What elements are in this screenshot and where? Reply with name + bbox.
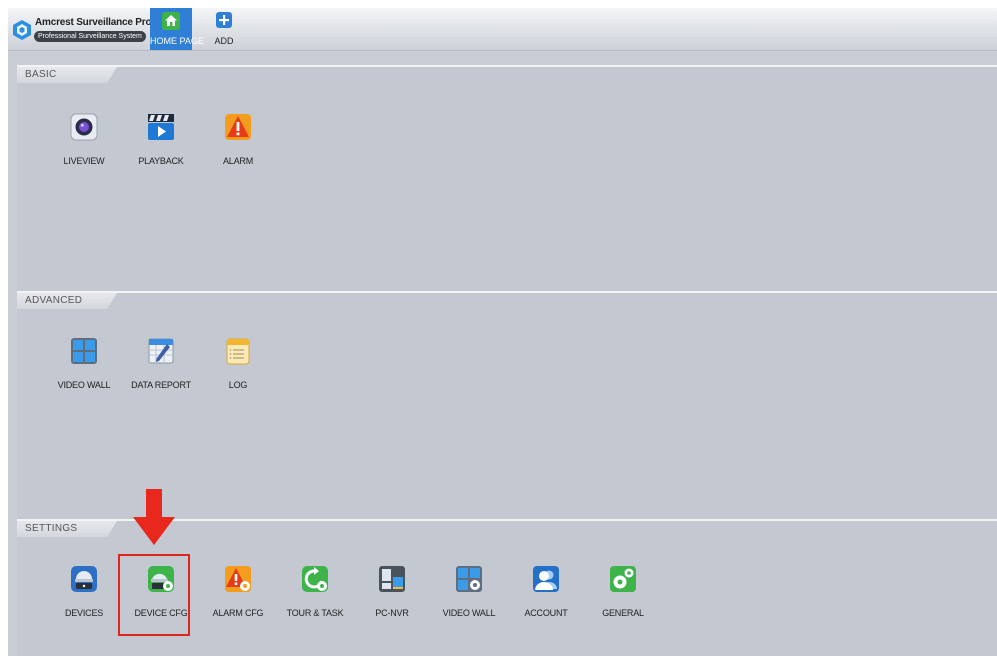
account-user-icon: [533, 566, 559, 592]
tile-data-report-label: DATA REPORT: [131, 380, 191, 390]
tile-liveview-label: LIVEVIEW: [63, 156, 105, 166]
red-down-arrow-icon: [133, 489, 175, 545]
tile-pc-nvr-label: PC-NVR: [375, 608, 409, 618]
data-report-icon: [148, 338, 174, 364]
tile-devices[interactable]: DEVICES: [49, 565, 119, 618]
tile-alarm[interactable]: ALARM: [203, 113, 273, 166]
section-advanced: ADVANCED VIDEO WALL DATA REPORT LOG: [17, 291, 997, 519]
app-logo: Amcrest Surveillance Pro Professional Su…: [11, 13, 152, 45]
tile-video-wall-cfg[interactable]: VIDEO WALL: [434, 565, 504, 618]
video-wall-cfg-icon: [456, 566, 482, 592]
tile-alarm-label: ALARM: [222, 156, 253, 166]
video-wall-grid-icon: [71, 338, 97, 364]
section-basic-title: BASIC: [17, 67, 117, 83]
tile-alarm-cfg-label: ALARM CFG: [212, 608, 264, 618]
add-icon: [216, 12, 232, 28]
amcrest-logo-icon: [13, 20, 31, 40]
tab-home-page[interactable]: HOME PAGE: [150, 8, 204, 50]
alarm-warning-icon: [225, 114, 251, 140]
tour-task-icon: [302, 566, 328, 592]
tile-tour-task-label: TOUR & TASK: [286, 608, 344, 618]
tile-playback[interactable]: PLAYBACK: [126, 113, 196, 166]
tile-tour-task[interactable]: TOUR & TASK: [280, 565, 350, 618]
tile-video-wall[interactable]: VIDEO WALL: [49, 337, 119, 390]
tile-devices-label: DEVICES: [64, 608, 104, 618]
device-cfg-highlight-box: [118, 554, 190, 636]
devices-dome-camera-icon: [71, 566, 97, 592]
app-subtitle: Professional Surveillance System: [34, 31, 146, 42]
top-bar: Amcrest Surveillance Pro Professional Su…: [8, 8, 997, 51]
tab-add-label: ADD: [214, 36, 234, 46]
general-gears-icon: [610, 566, 636, 592]
section-settings-title: SETTINGS: [17, 521, 117, 537]
tile-account-label: ACCOUNT: [524, 608, 568, 618]
app-window: Amcrest Surveillance Pro Professional Su…: [8, 8, 997, 656]
tab-add[interactable]: ADD: [205, 8, 243, 50]
tile-log-label: LOG: [228, 380, 248, 390]
tile-log[interactable]: LOG: [203, 337, 273, 390]
alarm-cfg-gear-icon: [225, 566, 251, 592]
section-advanced-title: ADVANCED: [17, 293, 117, 309]
tile-video-wall-label: VIDEO WALL: [57, 380, 111, 390]
tile-data-report[interactable]: DATA REPORT: [126, 337, 196, 390]
section-basic: BASIC LIVEVIEW PLAYBACK ALARM: [17, 65, 997, 291]
log-notepad-icon: [226, 338, 250, 365]
tile-playback-label: PLAYBACK: [138, 156, 184, 166]
tile-alarm-cfg[interactable]: ALARM CFG: [203, 565, 273, 618]
app-title: Amcrest Surveillance Pro: [35, 17, 152, 28]
camera-lens-icon: [70, 113, 98, 141]
tile-account[interactable]: ACCOUNT: [511, 565, 581, 618]
tile-video-wall-cfg-label: VIDEO WALL: [442, 608, 496, 618]
tile-general[interactable]: GENERAL: [588, 565, 658, 618]
tile-general-label: GENERAL: [602, 608, 644, 618]
pc-nvr-icon: [379, 566, 405, 592]
tab-home-page-label: HOME PAGE: [150, 36, 204, 46]
home-icon: [162, 12, 180, 30]
playback-clapper-icon: [148, 114, 174, 140]
tile-liveview[interactable]: LIVEVIEW: [49, 113, 119, 166]
tile-pc-nvr[interactable]: PC-NVR: [357, 565, 427, 618]
